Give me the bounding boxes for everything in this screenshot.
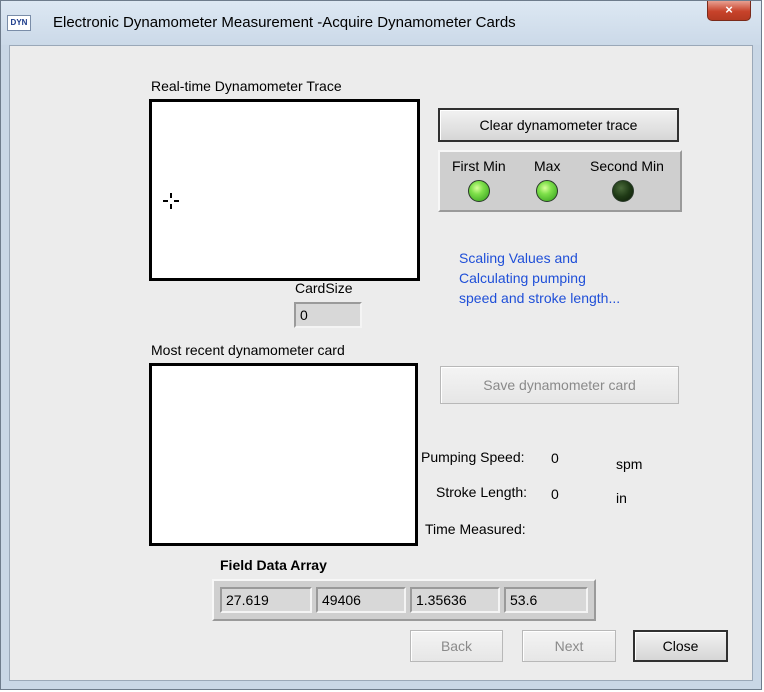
max-led-icon [536,180,558,202]
stroke-length-value: 0 [551,486,559,502]
field-data-array: 27.619 49406 1.35636 53.6 [212,579,596,621]
pumping-speed-label: Pumping Speed: [421,449,525,465]
status-line: speed and stroke length... [459,290,621,306]
indicator-panel: First Min Max Second Min [438,150,682,212]
card-size-field: 0 [294,302,362,328]
realtime-trace-label: Real-time Dynamometer Trace [151,78,342,94]
first-min-led-icon [468,180,490,202]
window-title: Electronic Dynamometer Measurement -Acqu… [53,14,516,31]
recent-card-label: Most recent dynamometer card [151,342,345,358]
field-data-cell: 53.6 [504,587,588,613]
save-card-button[interactable]: Save dynamometer card [440,366,679,404]
client-area: Real-time Dynamometer Trace Clear dynamo… [9,45,753,681]
status-line: Scaling Values and [459,250,578,266]
card-size-label: CardSize [295,280,353,296]
status-message: Scaling Values and Calculating pumping s… [459,248,620,308]
second-min-label: Second Min [590,158,664,174]
max-label: Max [534,158,561,174]
pumping-speed-unit: spm [616,456,643,472]
stroke-length-label: Stroke Length: [436,484,528,500]
first-min-label: First Min [452,158,506,174]
clear-trace-button[interactable]: Clear dynamometer trace [438,108,679,142]
app-icon: DYN [7,15,31,31]
next-button[interactable]: Next [522,630,616,662]
window-close-button[interactable]: × [707,1,751,21]
pumping-speed-value: 0 [551,450,559,466]
field-data-cell: 27.619 [220,587,312,613]
close-button[interactable]: Close [633,630,728,662]
field-data-cell: 1.35636 [410,587,500,613]
recent-card-graph [149,363,418,546]
title-bar[interactable]: DYN Electronic Dynamometer Measurement -… [1,1,761,45]
time-measured-label: Time Measured: [425,521,526,537]
stroke-length-unit: in [616,490,627,506]
app-window: DYN Electronic Dynamometer Measurement -… [0,0,762,690]
status-line: Calculating pumping [459,270,586,286]
field-data-cell: 49406 [316,587,406,613]
realtime-trace-graph [149,99,420,281]
second-min-led-icon [612,180,634,202]
crosshair-cursor-icon [163,193,179,209]
back-button[interactable]: Back [410,630,503,662]
field-data-label: Field Data Array [220,557,327,573]
